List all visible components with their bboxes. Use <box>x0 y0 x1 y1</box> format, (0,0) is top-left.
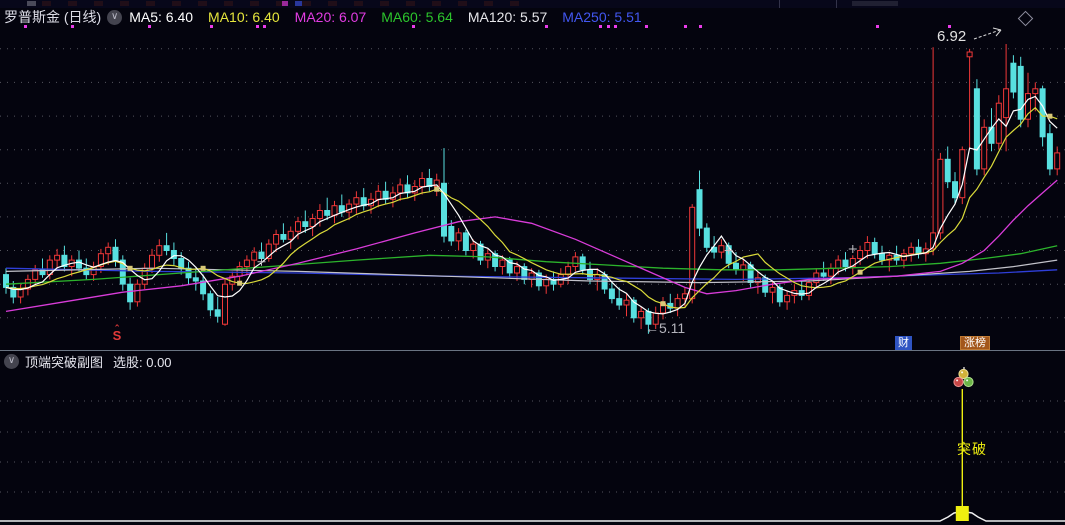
chevron-down-icon[interactable]: ∨ <box>4 353 19 369</box>
magenta-signal-dot <box>210 25 213 28</box>
magenta-signal-dot <box>71 25 74 28</box>
magenta-signal-dot <box>148 25 151 28</box>
magenta-signal-dot <box>876 25 879 28</box>
magenta-signal-dot <box>412 25 415 28</box>
high-price-arrow-icon <box>973 27 1002 40</box>
magenta-signal-dot <box>263 25 266 28</box>
magenta-signal-dot <box>256 25 259 28</box>
breakout-signal-label: 突破 <box>957 441 987 457</box>
sub-panel-header: ∨ 顶端突破副图 选股: 0.00 <box>4 353 172 370</box>
magenta-signal-dot <box>24 25 27 28</box>
gainers-badge[interactable]: 涨榜 <box>960 336 990 350</box>
high-price-label: 6.92 <box>937 28 967 45</box>
magenta-signal-dot <box>699 25 702 28</box>
indicator-name: 顶端突破副图 <box>25 354 104 370</box>
sell-signal-marker: ˆ S <box>112 324 122 343</box>
stock-chart-app: 罗普斯金 (日线) ∨ MA5: 6.40 MA10: 6.40 MA20: 6.0… <box>0 0 1065 525</box>
magenta-signal-dot <box>599 25 602 28</box>
low-price-label: ←5.11 <box>645 320 686 336</box>
finance-badge[interactable]: 财 <box>895 336 912 350</box>
magenta-signal-dot <box>545 25 548 28</box>
magenta-signal-dot <box>684 25 687 28</box>
price-chart-canvas[interactable] <box>0 0 1065 525</box>
magenta-signal-dot <box>607 25 610 28</box>
magenta-signal-dot <box>645 25 648 28</box>
indicator-value: 选股: 0.00 <box>113 354 172 370</box>
magenta-signal-dot <box>614 25 617 28</box>
